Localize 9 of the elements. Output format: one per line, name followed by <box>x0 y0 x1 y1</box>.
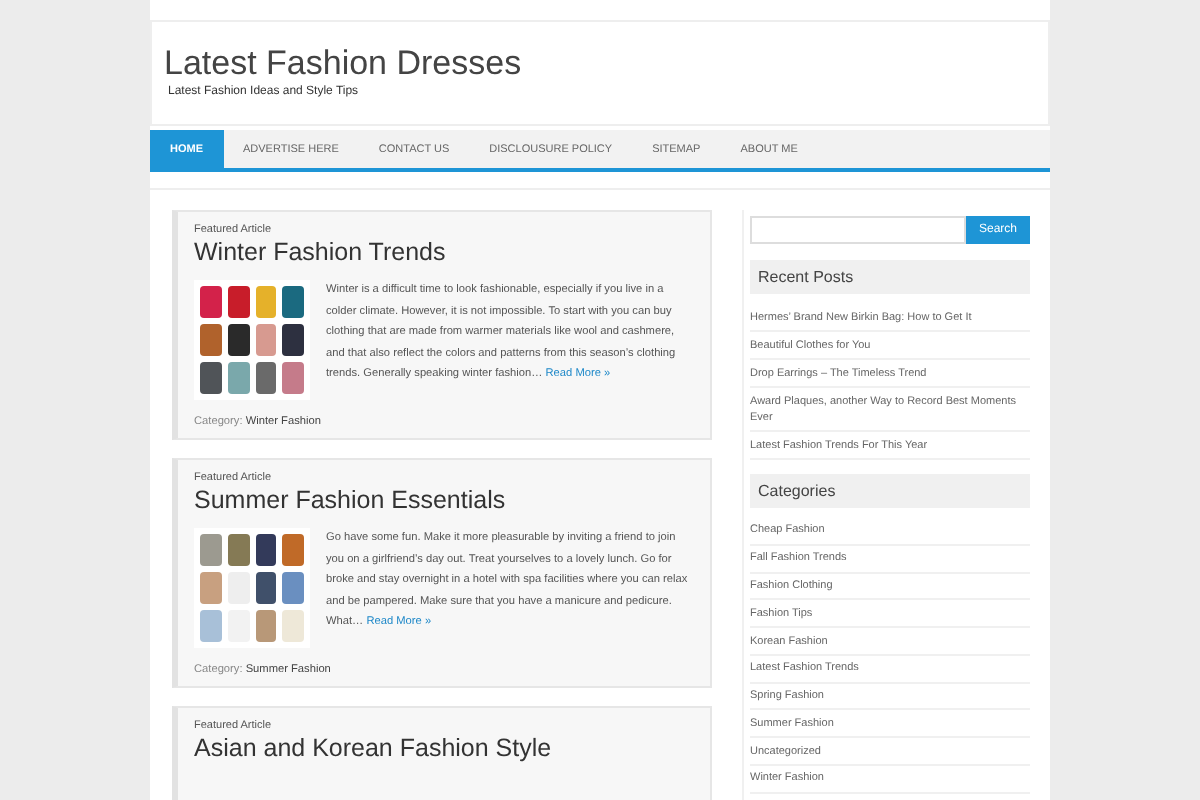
article-title[interactable]: Asian and Korean Fashion Style <box>194 734 694 762</box>
site-title[interactable]: Latest Fashion Dresses <box>164 44 522 84</box>
widget-heading: Recent Posts <box>750 260 1030 294</box>
clothing-photo-drawing <box>194 280 310 400</box>
article-title[interactable]: Winter Fashion Trends <box>194 238 694 266</box>
clothing-photo-drawing <box>194 528 310 648</box>
widget-heading: Categories <box>750 474 1030 508</box>
article-title[interactable]: Summer Fashion Essentials <box>194 486 694 514</box>
search-field[interactable] <box>750 216 966 244</box>
